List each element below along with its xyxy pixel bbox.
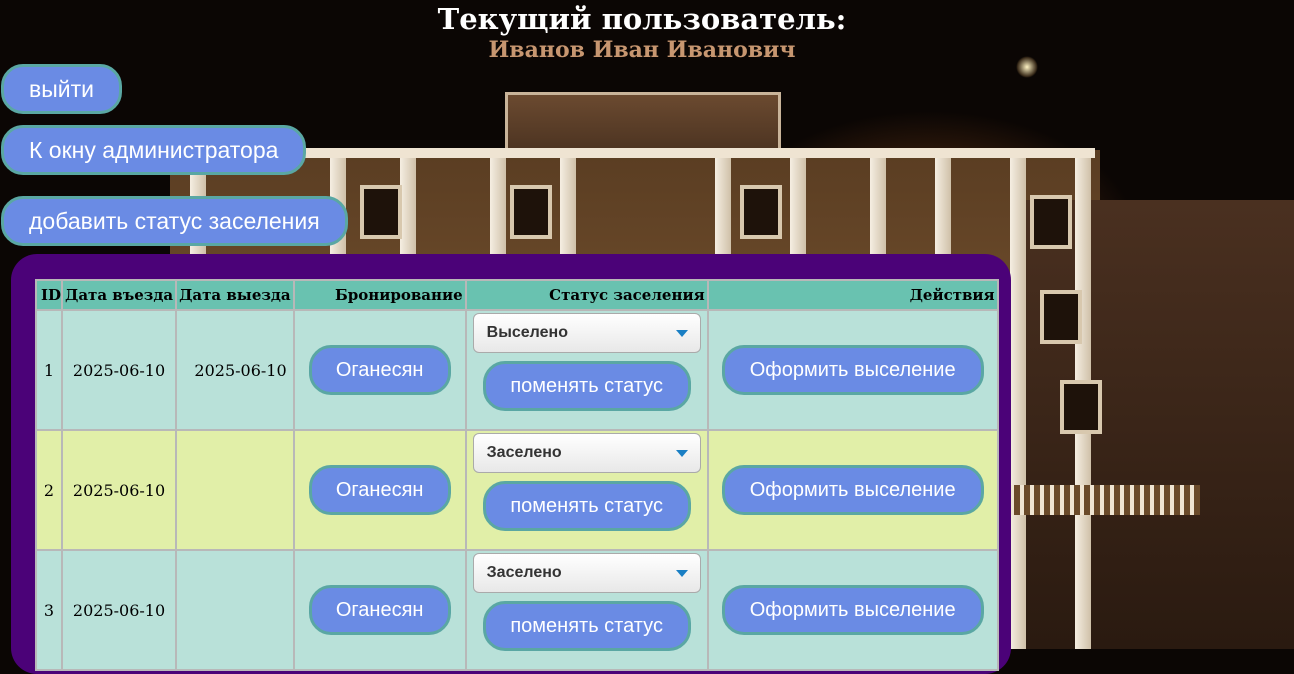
column-header-status: Статус заселения (466, 281, 707, 309)
column-header-booking: Бронирование (294, 281, 465, 309)
change-status-button[interactable]: поменять статус (482, 361, 691, 411)
checkout-date: 2025-06-10 (177, 311, 293, 429)
checkout-date (177, 551, 293, 669)
page-header: Текущий пользователь: Иванов Иван Иванов… (0, 0, 1284, 64)
checkout-button[interactable]: Оформить выселение (721, 465, 984, 515)
status-select-value: Выселено (486, 324, 568, 341)
table-row: 2 2025-06-10 Оганесян Заселено поменять … (37, 431, 997, 549)
change-status-button[interactable]: поменять статус (482, 601, 691, 651)
status-select[interactable]: Заселено (472, 433, 701, 473)
page-title: Текущий пользователь: (437, 2, 847, 36)
table-row: 3 2025-06-10 Оганесян Заселено поменять … (37, 551, 997, 669)
booking-button[interactable]: Оганесян (308, 465, 451, 515)
chevron-down-icon (675, 569, 688, 577)
admin-window-button[interactable]: К окну администратора (1, 125, 307, 175)
row-id: 1 (37, 311, 61, 429)
column-header-id: ID (37, 281, 61, 309)
table-header-row: ID Дата въезда Дата выезда Бронирование … (37, 281, 997, 309)
column-header-checkout-date: Дата выезда (177, 281, 293, 309)
row-id: 3 (37, 551, 61, 669)
table-row: 1 2025-06-10 2025-06-10 Оганесян Выселен… (37, 311, 997, 429)
checkin-date: 2025-06-10 (63, 431, 176, 549)
chevron-down-icon (675, 449, 688, 457)
checkin-date: 2025-06-10 (63, 311, 176, 429)
chevron-down-icon (675, 329, 688, 337)
checkin-date: 2025-06-10 (63, 551, 176, 669)
checkout-button[interactable]: Оформить выселение (721, 345, 984, 395)
checkout-date (177, 431, 293, 549)
add-status-button[interactable]: добавить статус заселения (1, 196, 348, 246)
change-status-button[interactable]: поменять статус (482, 481, 691, 531)
booking-button[interactable]: Оганесян (308, 345, 451, 395)
current-user-name: Иванов Иван Иванович (488, 37, 796, 63)
status-select[interactable]: Выселено (472, 313, 701, 353)
checkin-status-table: ID Дата въезда Дата выезда Бронирование … (35, 279, 999, 671)
booking-button[interactable]: Оганесян (308, 585, 451, 635)
logout-button[interactable]: выйти (1, 64, 122, 114)
status-select-value: Заселено (486, 444, 562, 461)
checkout-button[interactable]: Оформить выселение (721, 585, 984, 635)
column-header-actions: Действия (708, 281, 997, 309)
column-header-checkin-date: Дата въезда (63, 281, 176, 309)
row-id: 2 (37, 431, 61, 549)
status-select[interactable]: Заселено (472, 553, 701, 593)
status-select-value: Заселено (486, 564, 562, 581)
